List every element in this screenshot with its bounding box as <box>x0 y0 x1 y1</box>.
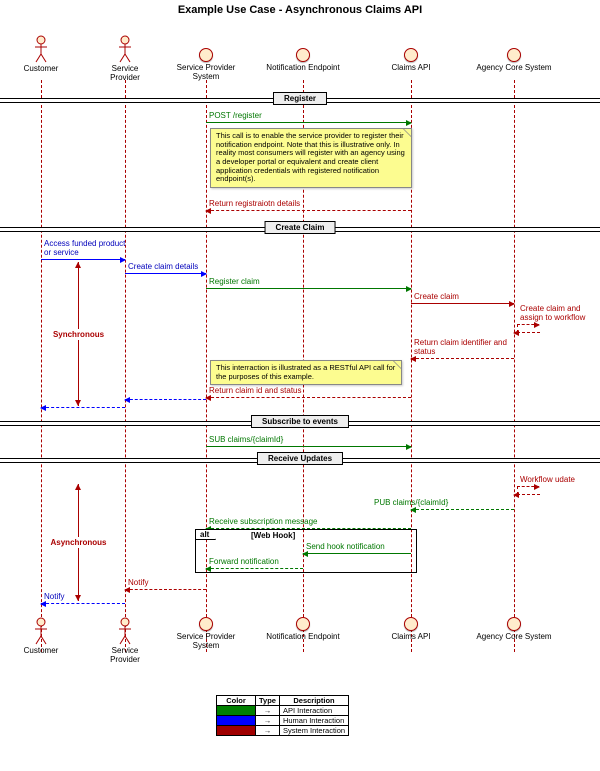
legend: ColorTypeDescription →API Interaction →H… <box>216 695 349 736</box>
divider-subscribe: Subscribe to events <box>0 421 600 426</box>
msg-send-hook: Send hook notification <box>303 543 411 554</box>
msg-access-funded: Access funded product or service <box>41 240 125 260</box>
msg-post-register: POST /register <box>206 112 411 123</box>
lifeline <box>125 80 126 652</box>
span-asynchronous: Asynchronous <box>78 484 79 601</box>
sequence-diagram: Example Use Case - Asynchronous Claims A… <box>0 0 600 771</box>
msg-create-claim-details: Create claim details <box>125 263 206 274</box>
msg-forward-notif: Forward notification <box>206 558 303 569</box>
msg-create-assign: Create claim and assign to workflow <box>517 305 582 333</box>
divider-receive-updates: Receive Updates <box>0 458 600 463</box>
actor-customer-bottom: Customer <box>22 617 60 656</box>
actor-customer: Customer <box>22 35 60 74</box>
divider-register: Register <box>0 98 600 103</box>
divider-create-claim: Create Claim <box>0 227 600 232</box>
diagram-title: Example Use Case - Asynchronous Claims A… <box>0 4 600 16</box>
actor-service-provider-bottom: Service Provider <box>105 617 145 665</box>
lifeline <box>514 80 515 652</box>
msg-blank2 <box>41 406 125 408</box>
msg-pub-claims: PUB claims/{claimId} <box>411 499 514 510</box>
lifeline <box>41 80 42 652</box>
system-claims-api: Claims API <box>390 48 432 73</box>
msg-register-claim: Register claim <box>206 278 411 289</box>
note-register: This call is to enable the service provi… <box>210 128 412 188</box>
system-sp-system: Service Provider System <box>172 48 240 82</box>
msg-receive-sub: Receive subscription message <box>206 518 411 529</box>
msg-notify1: Notify <box>125 579 206 590</box>
msg-notify2: Notify <box>41 593 125 604</box>
span-synchronous: Synchronous <box>78 262 79 406</box>
actor-service-provider: Service Provider <box>105 35 145 83</box>
msg-return-reg: Return registraiotn details <box>206 200 411 211</box>
msg-create-claim: Create claim <box>411 293 514 304</box>
msg-blank1 <box>125 398 206 400</box>
system-agency-core: Agency Core System <box>476 48 552 73</box>
msg-return-id-status: Return claim identifier and status <box>411 339 514 359</box>
system-sp-system-bottom: Service Provider System <box>172 617 240 651</box>
msg-sub-claims: SUB claims/{claimId} <box>206 436 411 447</box>
system-agency-core-bottom: Agency Core System <box>476 617 552 642</box>
system-notification-endpoint-bottom: Notification Endpoint <box>262 617 344 642</box>
msg-return-id-status2: Return claim id and status <box>206 387 411 398</box>
note-rest: This interraction is illustrated as a RE… <box>210 360 402 385</box>
system-notification-endpoint: Notification Endpoint <box>262 48 344 73</box>
msg-workflow-update: Workflow udate <box>517 476 582 495</box>
system-claims-api-bottom: Claims API <box>390 617 432 642</box>
